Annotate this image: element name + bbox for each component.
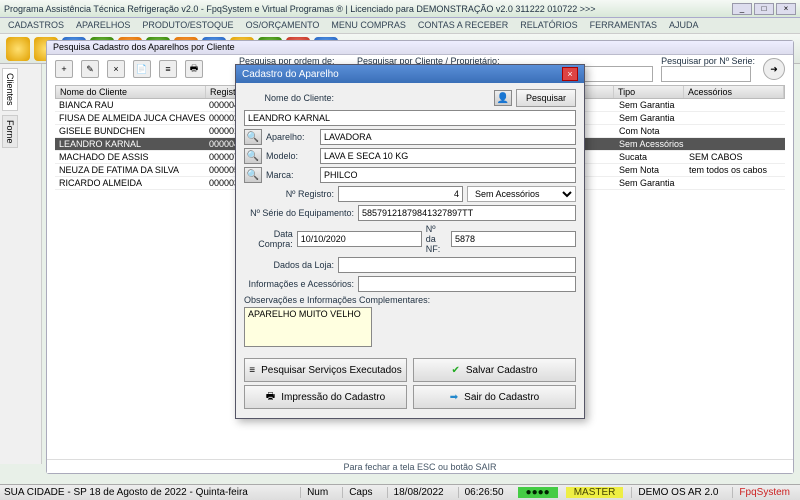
col-acessorios[interactable]: Acessórios xyxy=(684,86,784,98)
modelo-input[interactable] xyxy=(320,148,576,164)
lbl-nf: Nº da NF: xyxy=(426,224,447,254)
list-button[interactable]: ≡ xyxy=(159,60,177,78)
registro-input[interactable] xyxy=(338,186,463,202)
status-date: 18/08/2022 xyxy=(387,487,450,498)
dados-loja-input[interactable] xyxy=(338,257,576,273)
nf-input[interactable] xyxy=(451,231,576,247)
cadastro-dialog: Cadastro do Aparelho × Nome do Cliente: … xyxy=(235,64,585,419)
lbl-modelo: Modelo: xyxy=(266,151,316,161)
lbl-info-ac: Informações e Acessórios: xyxy=(244,279,354,289)
data-compra-input[interactable] xyxy=(297,231,422,247)
search-serial-label: Pesquisar por Nº Serie: xyxy=(661,56,755,66)
window-titlebar: Programa Assistência Técnica Refrigeraçã… xyxy=(0,0,800,18)
lbl-marca: Marca: xyxy=(266,170,316,180)
sidebar-tab-forne[interactable]: Forne xyxy=(2,115,18,149)
client-lookup-icon[interactable]: 👤 xyxy=(494,90,512,106)
close-button[interactable]: × xyxy=(776,3,796,15)
maximize-button[interactable]: □ xyxy=(754,3,774,15)
pesquisar-button[interactable]: Pesquisar xyxy=(516,89,576,107)
check-icon: ✔ xyxy=(451,365,459,376)
col-tipo[interactable]: Tipo xyxy=(614,86,684,98)
dialog-title: Cadastro do Aparelho xyxy=(242,69,339,80)
sidebar-tab-clientes[interactable]: Clientes xyxy=(2,68,18,111)
modelo-lookup-icon[interactable]: 🔍 xyxy=(244,148,262,164)
status-online: ●●●● xyxy=(518,487,558,498)
nome-input[interactable] xyxy=(244,110,576,126)
menubar: CADASTROS APARELHOS PRODUTO/ESTOQUE OS/O… xyxy=(0,18,800,34)
search-serial-input[interactable] xyxy=(661,66,751,82)
footer-hint: Para fechar a tela ESC ou botão SAIR xyxy=(47,459,793,473)
lbl-aparelho: Aparelho: xyxy=(266,132,316,142)
lbl-data-compra: Data Compra: xyxy=(244,229,293,249)
panel-title: Pesquisa Cadastro dos Aparelhos por Clie… xyxy=(47,41,793,55)
menu-ferramentas[interactable]: FERRAMENTAS xyxy=(590,20,657,31)
exit-icon: ➡ xyxy=(450,392,458,403)
minimize-button[interactable]: _ xyxy=(732,3,752,15)
status-location: SUA CIDADE - SP 18 de Agosto de 2022 - Q… xyxy=(4,487,248,498)
statusbar: SUA CIDADE - SP 18 de Agosto de 2022 - Q… xyxy=(0,484,800,500)
print-button[interactable]: 🖶 xyxy=(185,60,203,78)
pesquisar-servicos-button[interactable]: ≡Pesquisar Serviços Executados xyxy=(244,358,407,382)
edit-button[interactable]: ✎ xyxy=(81,60,99,78)
menu-aparelhos[interactable]: APARELHOS xyxy=(76,20,130,31)
toolbar-icon-1[interactable] xyxy=(6,37,30,61)
menu-ajuda[interactable]: AJUDA xyxy=(669,20,699,31)
status-caps: Caps xyxy=(342,487,378,498)
menu-cadastros[interactable]: CADASTROS xyxy=(8,20,64,31)
status-demo: DEMO OS AR 2.0 xyxy=(631,487,724,498)
aparelho-lookup-icon[interactable]: 🔍 xyxy=(244,129,262,145)
add-button[interactable]: + xyxy=(55,60,73,78)
sidebar: Clientes Forne xyxy=(0,64,42,464)
lbl-registro: Nº Registro: xyxy=(244,189,334,199)
menu-contas[interactable]: CONTAS A RECEBER xyxy=(418,20,508,31)
status-num: Num xyxy=(300,487,334,498)
info-ac-input[interactable] xyxy=(358,276,576,292)
marca-lookup-icon[interactable]: 🔍 xyxy=(244,167,262,183)
imprimir-button[interactable]: 🖶Impressão do Cadastro xyxy=(244,385,407,409)
lbl-serie: Nº Série do Equipamento: xyxy=(244,208,354,218)
marca-input[interactable] xyxy=(320,167,576,183)
aparelho-input[interactable] xyxy=(320,129,576,145)
col-nome[interactable]: Nome do Cliente xyxy=(56,86,206,98)
status-master: MASTER xyxy=(566,487,624,498)
printer-icon: 🖶 xyxy=(266,389,275,406)
obs-textarea[interactable] xyxy=(244,307,372,347)
lbl-dados-loja: Dados da Loja: xyxy=(244,260,334,270)
salvar-button[interactable]: ✔Salvar Cadastro xyxy=(413,358,576,382)
menu-produto[interactable]: PRODUTO/ESTOQUE xyxy=(142,20,233,31)
sair-button[interactable]: ➡Sair do Cadastro xyxy=(413,385,576,409)
search-go-button[interactable]: ➜ xyxy=(763,58,785,80)
doc-button[interactable]: 📄 xyxy=(133,60,151,78)
menu-compras[interactable]: MENU COMPRAS xyxy=(331,20,406,31)
list-icon: ≡ xyxy=(249,365,255,376)
menu-relatorios[interactable]: RELATÓRIOS xyxy=(520,20,577,31)
dialog-close-button[interactable]: × xyxy=(562,67,578,81)
lbl-obs: Observações e Informações Complementares… xyxy=(244,295,576,305)
serie-input[interactable] xyxy=(358,205,576,221)
status-time: 06:26:50 xyxy=(458,487,510,498)
status-brand: FpqSystem xyxy=(732,487,796,498)
delete-button[interactable]: × xyxy=(107,60,125,78)
acessorios-select[interactable]: Sem Acessórios xyxy=(467,186,576,202)
lbl-nome: Nome do Cliente: xyxy=(244,93,334,103)
menu-os[interactable]: OS/ORÇAMENTO xyxy=(246,20,320,31)
window-title: Programa Assistência Técnica Refrigeraçã… xyxy=(4,4,596,14)
